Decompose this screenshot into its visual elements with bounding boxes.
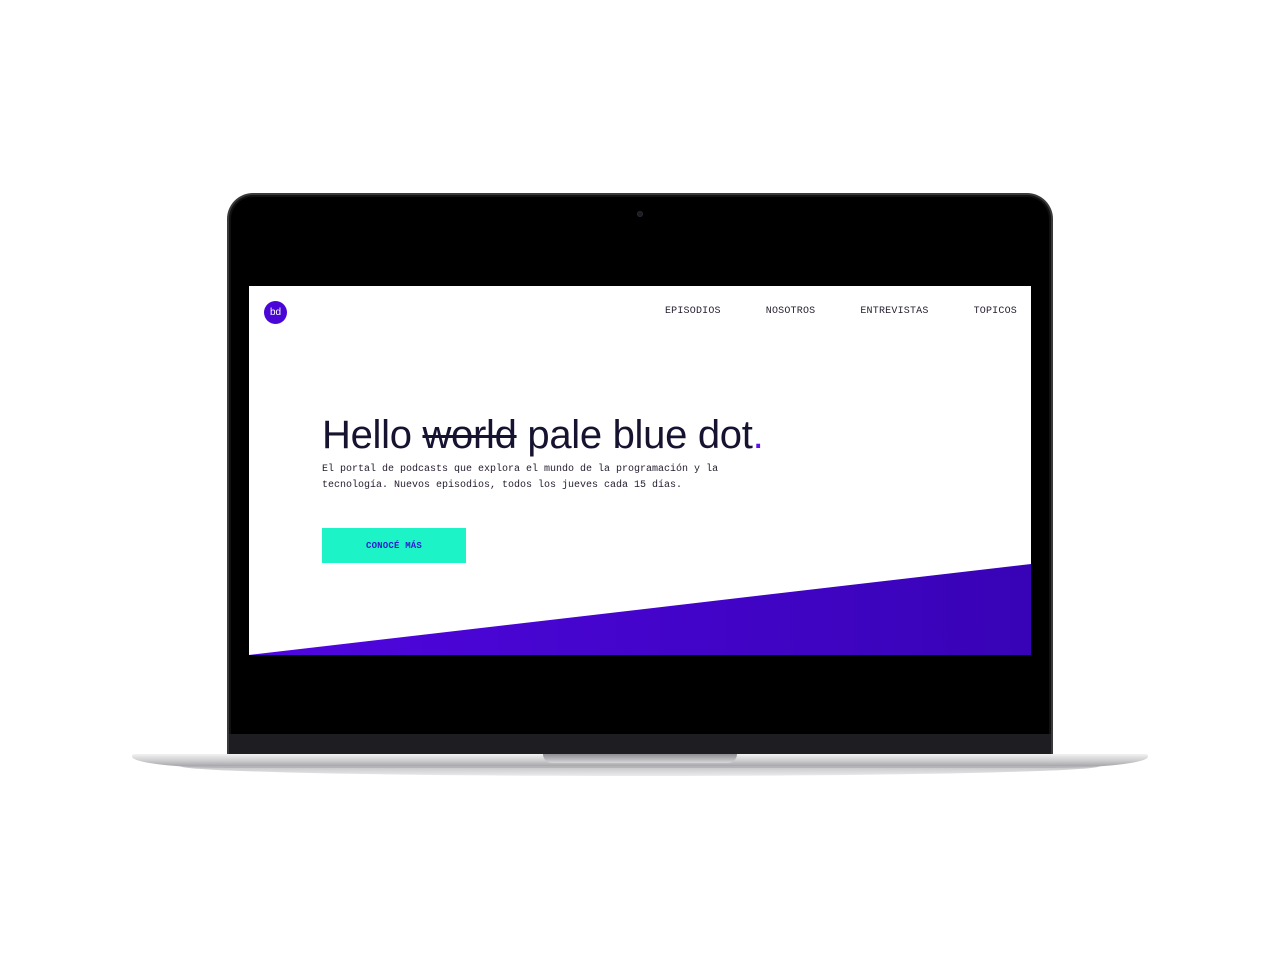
conoce-mas-button[interactable]: CONOCÉ MÁS xyxy=(322,528,466,563)
laptop-base-shadow xyxy=(180,766,1100,776)
nav-link-entrevistas[interactable]: ENTREVISTAS xyxy=(860,306,928,317)
webcam-icon xyxy=(637,211,643,217)
laptop-hinge-notch xyxy=(543,754,737,763)
site-logo[interactable]: bd xyxy=(264,301,287,324)
website-screen: bd EPISODIOS NOSOTROS ENTREVISTAS TOPICO… xyxy=(249,286,1031,655)
nav-link-topicos[interactable]: TOPICOS xyxy=(974,306,1017,317)
hero-subtitle: El portal de podcasts que explora el mun… xyxy=(322,464,719,491)
laptop-mockup: bd EPISODIOS NOSOTROS ENTREVISTAS TOPICO… xyxy=(0,0,1280,960)
main-nav: EPISODIOS NOSOTROS ENTREVISTAS TOPICOS xyxy=(665,306,1017,317)
headline-start: Hello xyxy=(322,413,423,457)
nav-link-nosotros[interactable]: NOSOTROS xyxy=(766,306,816,317)
laptop-bezel-chin xyxy=(229,734,1051,756)
hero-headline: Hello world pale blue dot. xyxy=(322,413,764,458)
nav-link-episodios[interactable]: EPISODIOS xyxy=(665,306,721,317)
headline-accent-dot: . xyxy=(752,413,764,457)
headline-end: pale blue dot xyxy=(516,413,753,457)
headline-struck-word: world xyxy=(422,413,517,457)
